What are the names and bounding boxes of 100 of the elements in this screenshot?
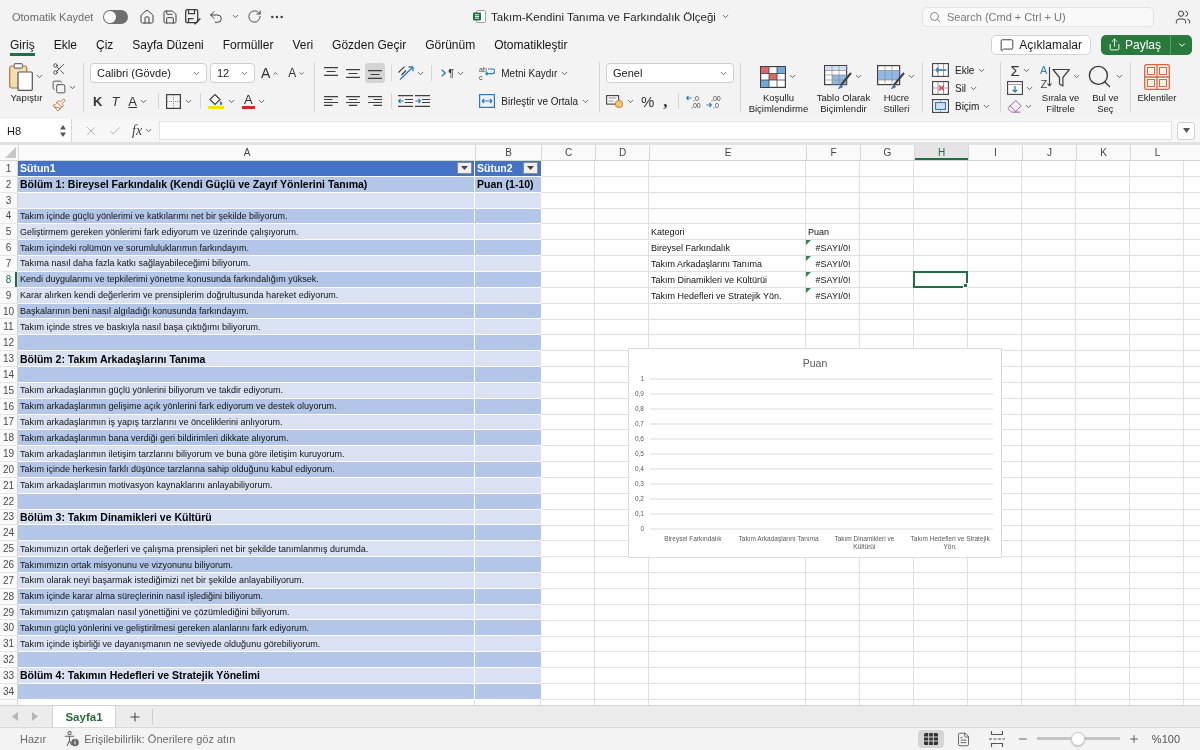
search-icon: [929, 10, 941, 23]
table-cell-text: Takımımızın ortak misyonunu ve vizyonunu biliyorum.: [19, 558, 235, 572]
ribbon-tab[interactable]: Formüller: [222, 33, 274, 56]
font-color-button[interactable]: A: [239, 91, 269, 111]
scissors-icon[interactable]: [52, 62, 66, 76]
find-select-button[interactable]: Bul ve Seç: [1086, 56, 1125, 114]
circular-arrow-icon[interactable]: [247, 9, 263, 24]
row-header[interactable]: 11: [0, 319, 18, 336]
outdent-icon[interactable]: [398, 95, 414, 107]
table-brush-icon: [823, 64, 852, 89]
zoom-level: %100: [1151, 733, 1180, 745]
row-header[interactable]: 19: [0, 446, 18, 463]
row-header[interactable]: 12: [0, 335, 18, 352]
comma-style-button[interactable]: ,: [660, 91, 671, 111]
row-header[interactable]: 7: [0, 256, 18, 272]
table-cell-text: Takım arkadaşlarımın iş yapış tarzlarını ve önceliklerini anlıyorum.: [19, 415, 284, 429]
down-arrow-box-icon[interactable]: [1007, 81, 1024, 95]
row-header[interactable]: 33: [0, 668, 18, 684]
borders-icon[interactable]: [166, 93, 181, 109]
underline-button[interactable]: A: [125, 91, 151, 111]
ribbon-tab[interactable]: Sayfa Düzeni: [132, 33, 204, 56]
add-ins-button[interactable]: Eklentiler: [1137, 56, 1177, 103]
plus-icon[interactable]: [128, 709, 142, 724]
ribbon-tab[interactable]: Giriş: [10, 33, 35, 56]
conditional-formatting-button[interactable]: Koşullu Biçimlendirme: [746, 56, 810, 114]
search-field[interactable]: Search (Cmd + Ctrl + U): [922, 6, 1154, 27]
row-header[interactable]: 13: [0, 351, 18, 367]
name-box[interactable]: H8: [0, 119, 72, 142]
ribbon-tab[interactable]: Gözden Geçir: [332, 33, 407, 56]
accessibility-status[interactable]: Erişilebilirlik: Önerilere göz atın: [84, 733, 236, 745]
insert-function-button[interactable]: fx: [132, 122, 154, 139]
table-cell-text: Takımın güçlü yönlerini ve geliştirilmesi gereken alanlarını fark ediyorum.: [19, 621, 311, 635]
row-header[interactable]: 26: [0, 557, 18, 573]
row-header[interactable]: 6: [0, 240, 18, 257]
delete-cells-button[interactable]: Sil: [928, 79, 995, 97]
autosum-button[interactable]: Σ: [1007, 61, 1034, 79]
fill-handle[interactable]: [963, 282, 968, 288]
shrink-font-button[interactable]: A: [285, 63, 309, 83]
bill-coins-icon[interactable]: [605, 94, 623, 108]
plus-icon[interactable]: [1127, 733, 1140, 745]
share-button[interactable]: Paylaş: [1100, 34, 1192, 55]
indent-icon[interactable]: [415, 95, 431, 107]
row-header[interactable]: 30: [0, 620, 18, 637]
stepper-arrows-icon[interactable]: [60, 124, 66, 137]
grow-font-button[interactable]: A: [258, 63, 283, 83]
zoom-slider-thumb[interactable]: [1071, 732, 1086, 746]
italic-button[interactable]: T: [108, 91, 123, 111]
accessibility-icon[interactable]: [64, 731, 80, 747]
row-header[interactable]: 18: [0, 430, 18, 447]
text-direction-button[interactable]: ¶: [438, 63, 469, 83]
status-text: Hazır: [20, 733, 47, 745]
diagonal-arrow-icon[interactable]: [398, 66, 415, 80]
ribbon-tab[interactable]: Çiz: [96, 33, 114, 56]
align-bottom-button[interactable]: [365, 63, 386, 83]
chevron-down-icon[interactable]: [720, 12, 730, 21]
merge-center-button[interactable]: Birleştir ve Ortala: [476, 91, 593, 111]
font-size-select[interactable]: 12: [210, 63, 255, 83]
cell-styles-button[interactable]: Hücre Stilleri: [876, 56, 916, 114]
filter-button[interactable]: [457, 162, 472, 175]
align-lines-icon: [346, 68, 361, 78]
formula-input[interactable]: [159, 121, 1172, 140]
row-header[interactable]: 1: [0, 161, 18, 177]
row-header[interactable]: 24: [0, 525, 18, 542]
curved-arrow-icon[interactable]: [208, 8, 225, 25]
normal-view-button[interactable]: [917, 730, 944, 748]
filter-button[interactable]: [523, 162, 538, 175]
floppy-pencil-icon[interactable]: [185, 8, 202, 25]
column-title: Sütun1: [20, 162, 56, 175]
format-as-table-button[interactable]: Tablo Olarak Biçimlendir: [814, 56, 872, 114]
ribbon-tab[interactable]: Otomatikleştir: [494, 33, 568, 56]
comments-button[interactable]: Açıklamalar: [991, 34, 1091, 55]
document-title[interactable]: Takım-Kendini Tanıma ve Farkındalık Ölçeği: [491, 10, 716, 23]
copy-icon[interactable]: [52, 80, 66, 94]
ribbon-tab[interactable]: Veri: [292, 33, 314, 56]
expand-formula-button[interactable]: [1177, 121, 1195, 140]
ribbon-tab[interactable]: Görünüm: [425, 33, 476, 56]
row-header[interactable]: 5: [0, 224, 18, 241]
home-icon[interactable]: [139, 8, 156, 25]
number-format-select[interactable]: Genel: [605, 63, 734, 83]
paste-button[interactable]: Yapıştır: [9, 56, 44, 103]
row-header[interactable]: 31: [0, 636, 18, 653]
row-header[interactable]: 32: [0, 652, 18, 668]
paintbrush-icon[interactable]: [52, 98, 66, 112]
sort-filter-button[interactable]: A Z Sırala ve Filtrele: [1039, 56, 1082, 114]
row-header[interactable]: 25: [0, 541, 18, 558]
row-header[interactable]: 20: [0, 462, 18, 478]
bold-button[interactable]: K: [90, 91, 106, 111]
text-lines-icon: [368, 96, 383, 106]
people-icon[interactable]: [1175, 8, 1191, 25]
percent-button[interactable]: %: [637, 91, 658, 111]
insert-cells-button[interactable]: Ekle: [928, 61, 995, 79]
grid-icon: [923, 733, 938, 745]
paint-bucket-icon[interactable]: [208, 93, 224, 109]
ribbon-tab[interactable]: Ekle: [53, 33, 77, 56]
sheet-tab[interactable]: Sayfa1: [52, 706, 116, 727]
chevron-down-icon[interactable]: [231, 12, 241, 21]
column-header[interactable]: H: [914, 145, 968, 160]
font-select[interactable]: Calibri (Gövde): [90, 63, 207, 83]
format-cells-button[interactable]: Biçim: [928, 97, 995, 115]
autosave-toggle[interactable]: [103, 9, 129, 24]
